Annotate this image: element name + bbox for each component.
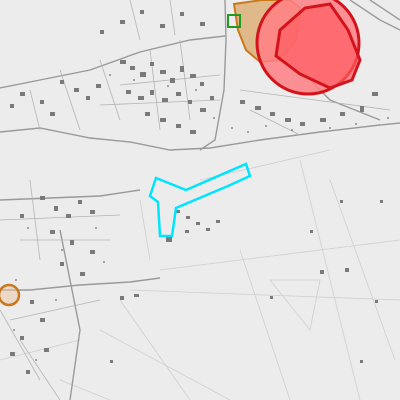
- orange-ring-west[interactable]: [0, 283, 21, 307]
- map-view[interactable]: [0, 0, 400, 400]
- red-filled-zone[interactable]: [255, 0, 362, 96]
- map-canvas[interactable]: [0, 0, 400, 400]
